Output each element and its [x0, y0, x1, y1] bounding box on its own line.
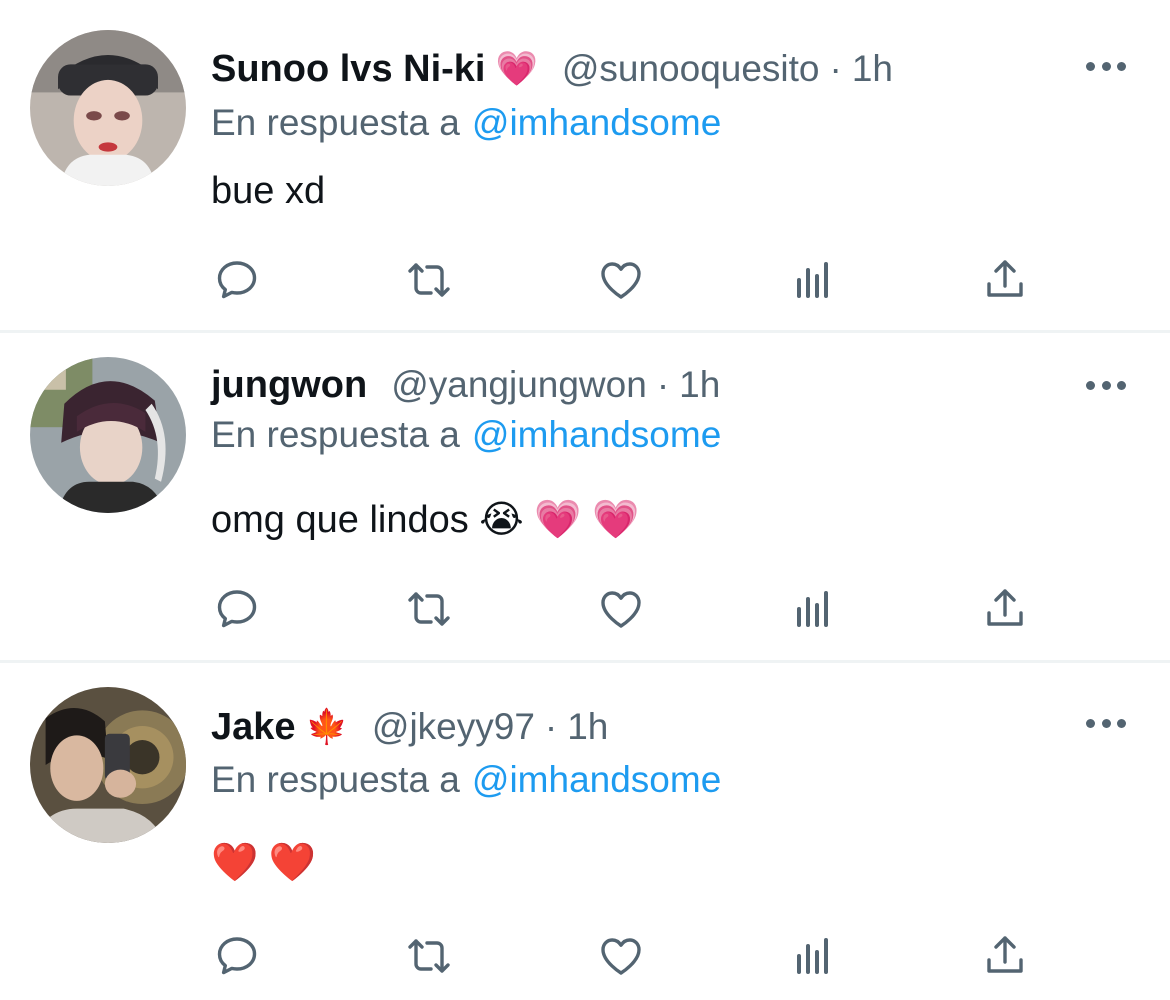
avatar[interactable]	[30, 687, 186, 843]
views-button[interactable]	[788, 255, 838, 305]
retweet-button[interactable]	[404, 931, 454, 981]
timestamp[interactable]: 1h	[852, 48, 893, 90]
share-icon	[987, 936, 1023, 973]
display-name[interactable]: Sunoo lvs Ni-ki	[211, 48, 485, 91]
reply-prefix: En respuesta a	[211, 414, 460, 455]
avatar-photo	[30, 357, 186, 513]
reply-icon	[217, 590, 257, 628]
retweet-button[interactable]	[404, 255, 454, 305]
tweet-text: bue xd	[211, 170, 326, 212]
name-emoji: 🍁	[305, 708, 348, 746]
like-icon	[601, 262, 641, 299]
tweet-text: omg que lindos 😭 💗 💗	[211, 499, 640, 541]
separator: ·	[544, 706, 558, 747]
display-name[interactable]: jungwon	[211, 364, 367, 407]
views-button[interactable]	[788, 931, 838, 981]
reply-mention-link[interactable]: @imhandsome	[472, 759, 721, 800]
reply-button[interactable]	[212, 255, 262, 305]
more-icon[interactable]	[1086, 713, 1126, 733]
reply-button[interactable]	[212, 931, 262, 981]
avatar[interactable]	[30, 30, 186, 186]
views-button[interactable]	[788, 584, 838, 634]
views-icon	[797, 262, 828, 298]
reply-prefix: En respuesta a	[211, 759, 460, 800]
reply-icon	[217, 261, 257, 299]
action-bar	[0, 931, 1170, 991]
share-button[interactable]	[980, 931, 1030, 981]
reply-icon	[217, 937, 257, 975]
name-emoji: 💗	[495, 50, 538, 88]
retweet-icon	[408, 939, 450, 973]
tweet-text: ❤️ ❤️	[211, 842, 317, 884]
like-button[interactable]	[596, 931, 646, 981]
handle[interactable]: @jkeyy97	[372, 706, 535, 748]
share-icon	[987, 589, 1023, 626]
like-icon	[601, 591, 641, 628]
reply-mention-link[interactable]: @imhandsome	[472, 102, 721, 143]
more-icon[interactable]	[1086, 375, 1126, 395]
share-button[interactable]	[980, 255, 1030, 305]
separator: ·	[656, 364, 670, 405]
tweet[interactable]: jungwon @yangjungwon · 1h En respuesta a…	[0, 333, 1170, 660]
share-icon	[987, 260, 1023, 297]
avatar-photo	[30, 30, 186, 186]
reply-prefix: En respuesta a	[211, 102, 460, 143]
retweet-button[interactable]	[404, 584, 454, 634]
timestamp[interactable]: 1h	[679, 364, 720, 406]
share-button[interactable]	[980, 584, 1030, 634]
handle[interactable]: @yangjungwon	[391, 364, 647, 406]
retweet-icon	[408, 263, 450, 297]
display-name[interactable]: Jake	[211, 706, 296, 749]
more-icon[interactable]	[1086, 56, 1126, 76]
views-icon	[797, 938, 828, 974]
reply-button[interactable]	[212, 584, 262, 634]
action-bar	[0, 584, 1170, 644]
avatar-photo	[30, 687, 186, 843]
avatar[interactable]	[30, 357, 186, 513]
views-icon	[797, 591, 828, 627]
retweet-icon	[408, 592, 450, 626]
tweet[interactable]: Sunoo lvs Ni-ki 💗 @sunooquesito · 1h En …	[0, 0, 1170, 330]
like-icon	[601, 938, 641, 975]
timestamp[interactable]: 1h	[567, 706, 608, 748]
reply-mention-link[interactable]: @imhandsome	[472, 414, 721, 455]
like-button[interactable]	[596, 584, 646, 634]
reply-context: En respuesta a @imhandsome	[211, 102, 721, 144]
reply-context: En respuesta a @imhandsome	[211, 414, 721, 456]
like-button[interactable]	[596, 255, 646, 305]
action-bar	[0, 255, 1170, 315]
tweet[interactable]: Jake 🍁 @jkeyy97 · 1h En respuesta a @imha…	[0, 663, 1170, 1000]
reply-context: En respuesta a @imhandsome	[211, 759, 721, 801]
handle[interactable]: @sunooquesito	[562, 48, 820, 90]
separator: ·	[829, 48, 842, 89]
